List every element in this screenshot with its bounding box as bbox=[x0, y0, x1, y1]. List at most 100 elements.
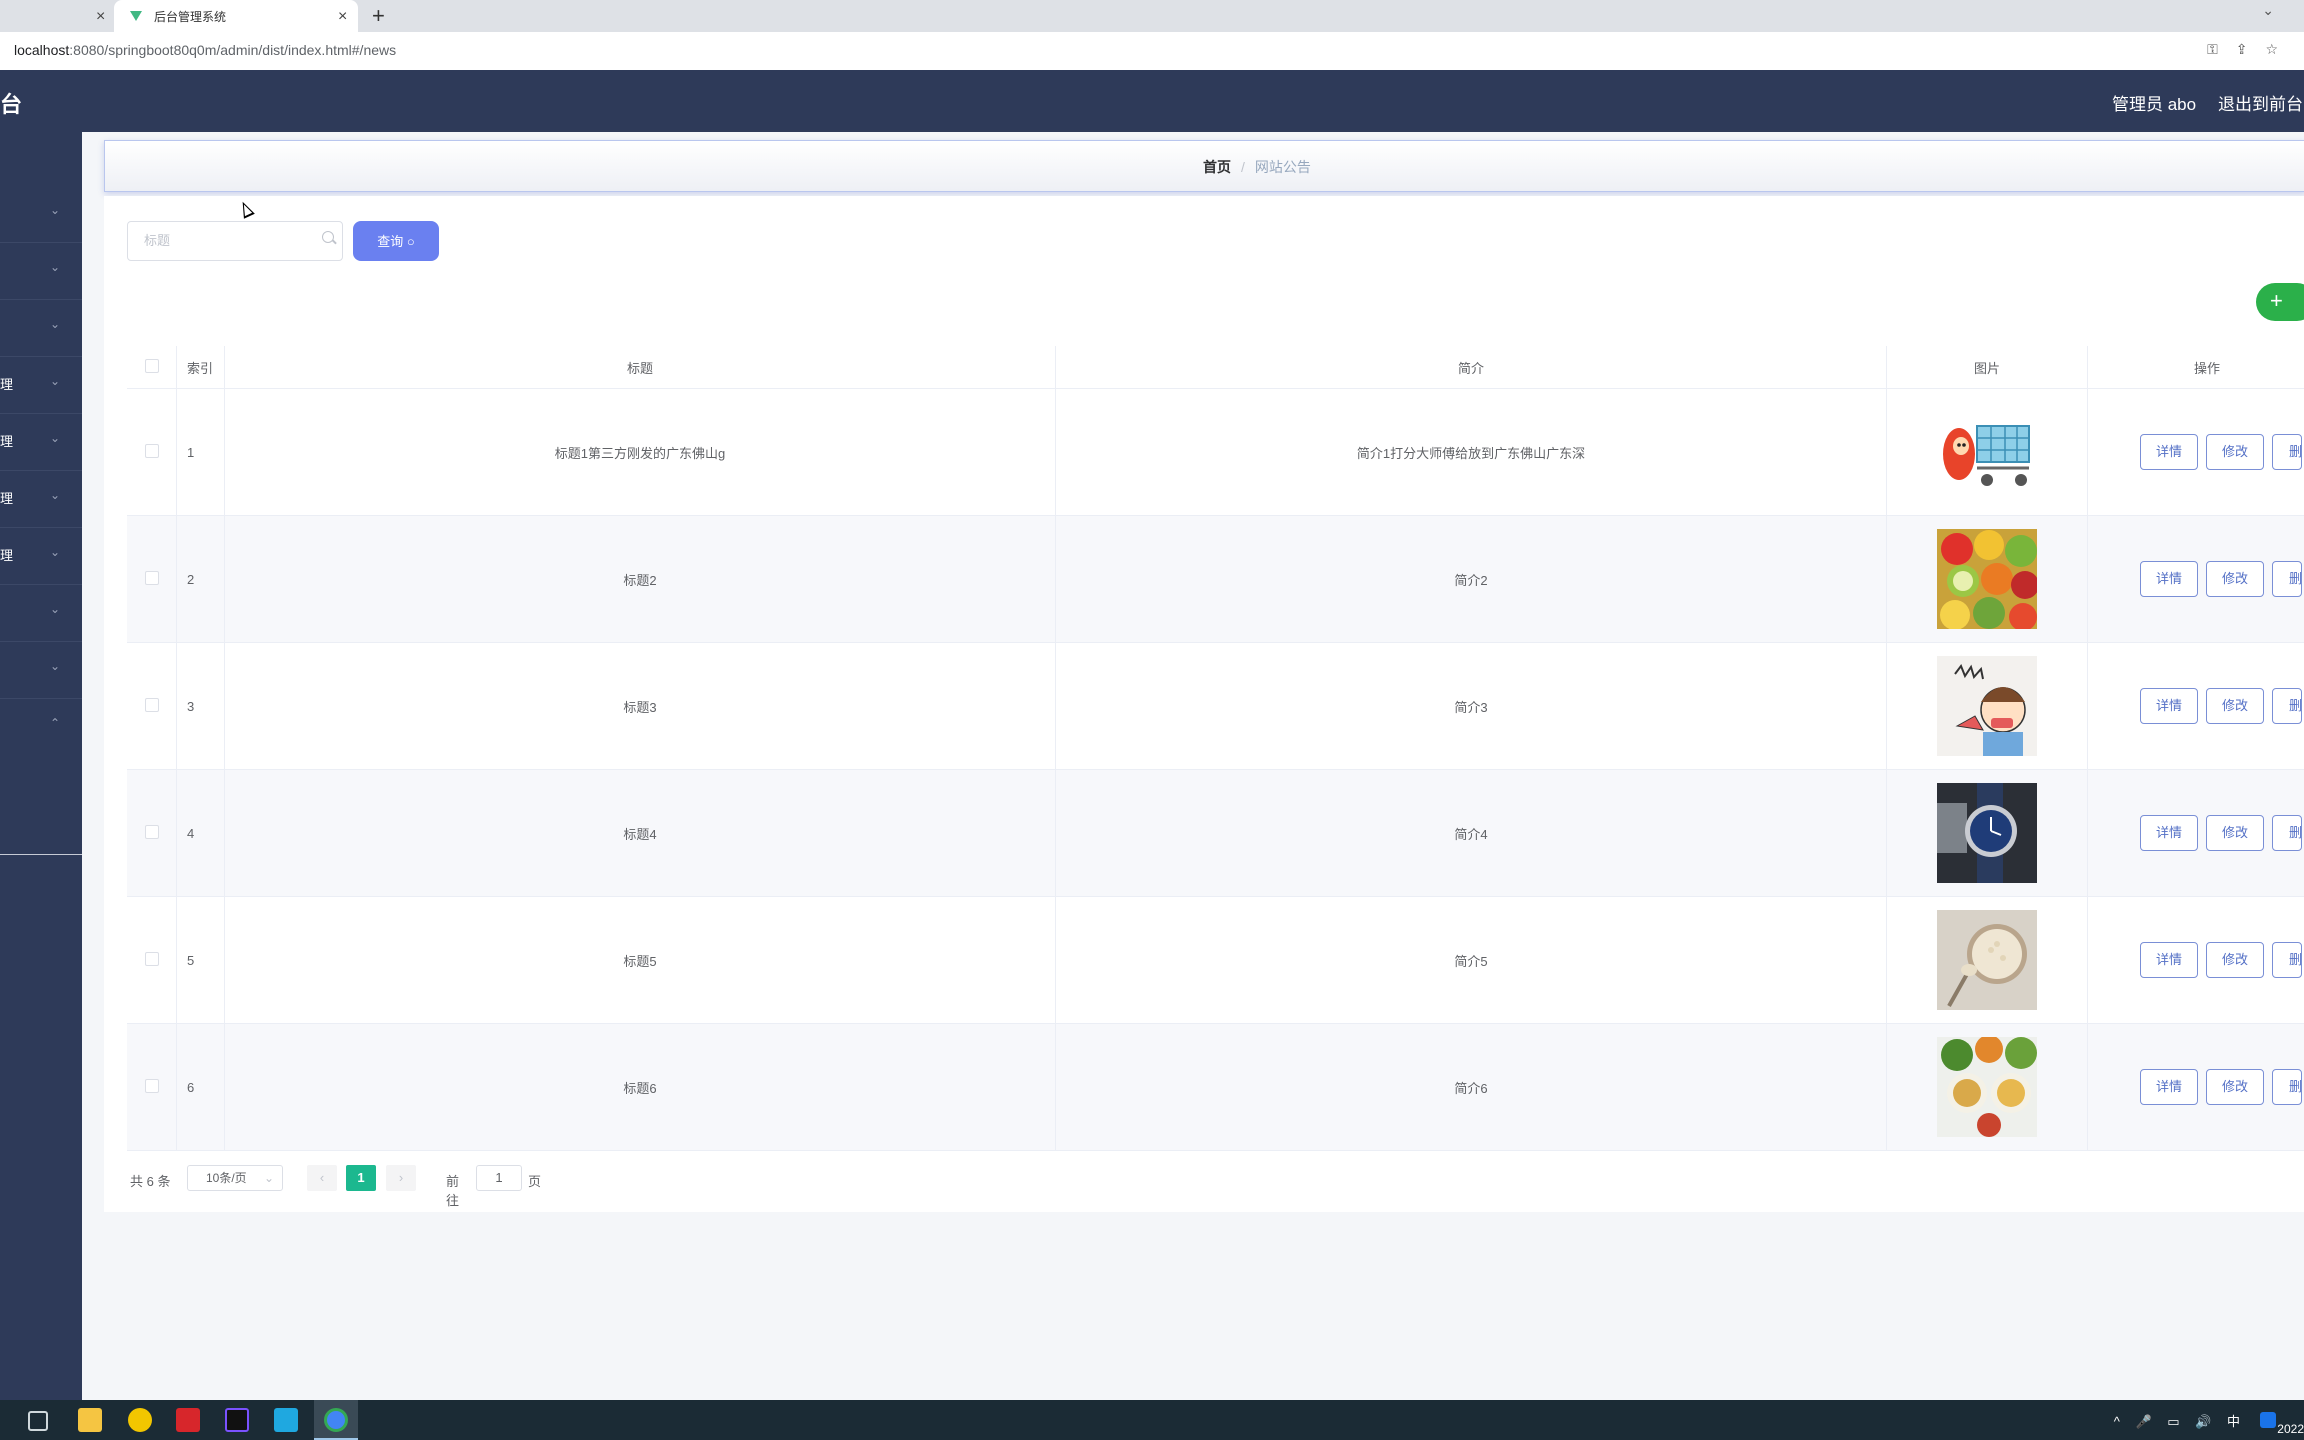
edit-button[interactable]: 修改 bbox=[2206, 1069, 2264, 1105]
system-tray[interactable]: ^ 🎤 ▭ 🔊 中 bbox=[2114, 1411, 2246, 1430]
edit-button[interactable]: 修改 bbox=[2206, 561, 2264, 597]
column-header-intro: 简介 bbox=[1055, 346, 1887, 389]
detail-button[interactable]: 详情 bbox=[2140, 1069, 2198, 1105]
next-page-button[interactable]: › bbox=[386, 1165, 416, 1191]
tab-list-icon[interactable]: ⌄ bbox=[2262, 2, 2274, 19]
select-all-checkbox[interactable] bbox=[144, 358, 159, 373]
sidebar-item-label: 理 bbox=[0, 548, 14, 563]
browser-tab-inactive[interactable]: × bbox=[0, 0, 114, 32]
qq-icon[interactable] bbox=[2260, 1412, 2276, 1428]
delete-button[interactable]: 删 bbox=[2272, 942, 2302, 978]
delete-button[interactable]: 删 bbox=[2272, 1069, 2302, 1105]
vue-favicon-icon bbox=[130, 11, 142, 21]
sidebar-menu-item[interactable]: ⌄ bbox=[0, 185, 82, 243]
pagination-total: 共 6 条 bbox=[130, 1174, 171, 1189]
goto-page-input[interactable]: 1 bbox=[476, 1165, 522, 1191]
select-all-checkbox-cell[interactable] bbox=[127, 346, 177, 389]
breadcrumb-home-link[interactable]: 首页 bbox=[1203, 159, 1231, 175]
edit-button[interactable]: 修改 bbox=[2206, 688, 2264, 724]
row-checkbox[interactable] bbox=[144, 951, 159, 966]
row-title: 标题1第三方刚发的广东佛山g bbox=[224, 388, 1056, 516]
row-checkbox[interactable] bbox=[144, 443, 159, 458]
delete-button[interactable]: 删 bbox=[2272, 561, 2302, 597]
detail-button[interactable]: 详情 bbox=[2140, 688, 2198, 724]
chevron-down-icon: ⌄ bbox=[50, 260, 61, 274]
table-row: 1 标题1第三方刚发的广东佛山g 简介1打分大师傅给放到广东佛山广东深 详情 修… bbox=[127, 388, 2304, 516]
add-button[interactable]: + bbox=[2256, 283, 2304, 321]
chevron-down-icon: ⌄ bbox=[50, 431, 61, 445]
url-text[interactable]: localhost:8080/springboot80q0m/admin/dis… bbox=[14, 42, 396, 58]
app-blue-icon[interactable] bbox=[274, 1408, 298, 1432]
edit-button[interactable]: 修改 bbox=[2206, 815, 2264, 851]
exit-to-front-link[interactable]: 退出到前台 bbox=[2218, 90, 2303, 115]
row-intro: 简介2 bbox=[1055, 515, 1887, 643]
page-size-select[interactable]: 10条/页 ⌄ bbox=[187, 1165, 283, 1191]
chevron-down-icon: ⌄ bbox=[50, 659, 61, 673]
detail-button[interactable]: 详情 bbox=[2140, 434, 2198, 470]
new-tab-button[interactable]: + bbox=[372, 0, 385, 32]
row-title: 标题6 bbox=[224, 1023, 1056, 1151]
sidebar-menu-item[interactable]: 理 ⌄ bbox=[0, 527, 82, 585]
tab-close-icon[interactable]: × bbox=[338, 0, 347, 34]
edit-button[interactable]: 修改 bbox=[2206, 942, 2264, 978]
delete-button[interactable]: 删 bbox=[2272, 688, 2302, 724]
row-title: 标题2 bbox=[224, 515, 1056, 643]
sidebar-menu-item[interactable]: ⌄ bbox=[0, 299, 82, 357]
page-word-label: 页 bbox=[528, 1174, 542, 1189]
detail-button[interactable]: 详情 bbox=[2140, 815, 2198, 851]
chrome-icon[interactable] bbox=[324, 1408, 348, 1432]
column-header-title: 标题 bbox=[224, 346, 1056, 389]
row-checkbox[interactable] bbox=[144, 697, 159, 712]
watch-image bbox=[1937, 783, 2037, 883]
title-search-field[interactable] bbox=[127, 221, 343, 261]
tab-close-icon[interactable]: × bbox=[96, 0, 105, 34]
sidebar-menu-item[interactable]: 理 ⌄ bbox=[0, 413, 82, 471]
query-button[interactable]: 查询 ○ bbox=[353, 221, 439, 261]
wps-office-icon[interactable] bbox=[176, 1408, 200, 1432]
row-intro: 简介5 bbox=[1055, 896, 1887, 1024]
browser-tab-active[interactable]: 后台管理系统 × bbox=[114, 0, 358, 32]
edit-button[interactable]: 修改 bbox=[2206, 434, 2264, 470]
address-bar-icons[interactable]: ⚿⇪☆ bbox=[2207, 41, 2296, 58]
file-explorer-icon[interactable] bbox=[78, 1408, 102, 1432]
table-row: 2 标题2 简介2 详情 修改删 bbox=[127, 515, 2304, 643]
sidebar-menu-item-expanded[interactable]: ⌃ bbox=[0, 698, 82, 855]
intellij-idea-icon[interactable] bbox=[225, 1408, 249, 1432]
chevron-down-icon: ⌄ bbox=[50, 545, 61, 559]
row-intro: 简介3 bbox=[1055, 642, 1887, 770]
sidebar-menu-item[interactable]: ⌄ bbox=[0, 242, 82, 300]
sidebar-menu-item[interactable]: ⌄ bbox=[0, 641, 82, 699]
sidebar-item-label: 理 bbox=[0, 491, 14, 506]
chevron-down-icon: ⌄ bbox=[50, 602, 61, 616]
row-checkbox[interactable] bbox=[144, 570, 159, 585]
os-taskbar: ^ 🎤 ▭ 🔊 中 2022 bbox=[0, 1400, 2304, 1440]
search-input[interactable] bbox=[142, 232, 316, 249]
sidebar-menu-item[interactable]: 理 ⌄ bbox=[0, 470, 82, 528]
row-checkbox[interactable] bbox=[144, 1078, 159, 1093]
browser-tab-bar: × 后台管理系统 × + ⌄ bbox=[0, 0, 2304, 32]
task-view-icon[interactable] bbox=[28, 1411, 48, 1431]
chevron-down-icon: ⌄ bbox=[50, 203, 61, 217]
detail-button[interactable]: 详情 bbox=[2140, 942, 2198, 978]
detail-button[interactable]: 详情 bbox=[2140, 561, 2198, 597]
table-row: 3 标题3 简介3 详情 修改删 bbox=[127, 642, 2304, 770]
app-duck-icon[interactable] bbox=[128, 1408, 152, 1432]
news-table: 索引 标题 简介 图片 操作 1 标题1第三方刚发的广东佛山g 简介1打分大师傅… bbox=[127, 346, 2304, 1151]
delete-button[interactable]: 删 bbox=[2272, 434, 2302, 470]
row-checkbox[interactable] bbox=[144, 824, 159, 839]
oats-image bbox=[1937, 910, 2037, 1010]
url-path: :8080/springboot80q0m/admin/dist/index.h… bbox=[69, 42, 397, 58]
page-size-value: 10条/页 bbox=[206, 1171, 247, 1185]
column-header-image: 图片 bbox=[1886, 346, 2088, 389]
prev-page-button[interactable]: ‹ bbox=[307, 1165, 337, 1191]
chevron-down-icon: ⌄ bbox=[50, 374, 61, 388]
sidebar-menu-item[interactable]: 理 ⌄ bbox=[0, 356, 82, 414]
row-index: 2 bbox=[176, 515, 225, 643]
address-bar[interactable]: localhost:8080/springboot80q0m/admin/dis… bbox=[0, 32, 2304, 71]
column-header-index: 索引 bbox=[176, 346, 225, 389]
delete-button[interactable]: 删 bbox=[2272, 815, 2302, 851]
sidebar-menu-item[interactable]: ⌄ bbox=[0, 584, 82, 642]
row-title: 标题5 bbox=[224, 896, 1056, 1024]
chevron-down-icon: ⌄ bbox=[50, 488, 61, 502]
page-number-current[interactable]: 1 bbox=[346, 1165, 376, 1191]
